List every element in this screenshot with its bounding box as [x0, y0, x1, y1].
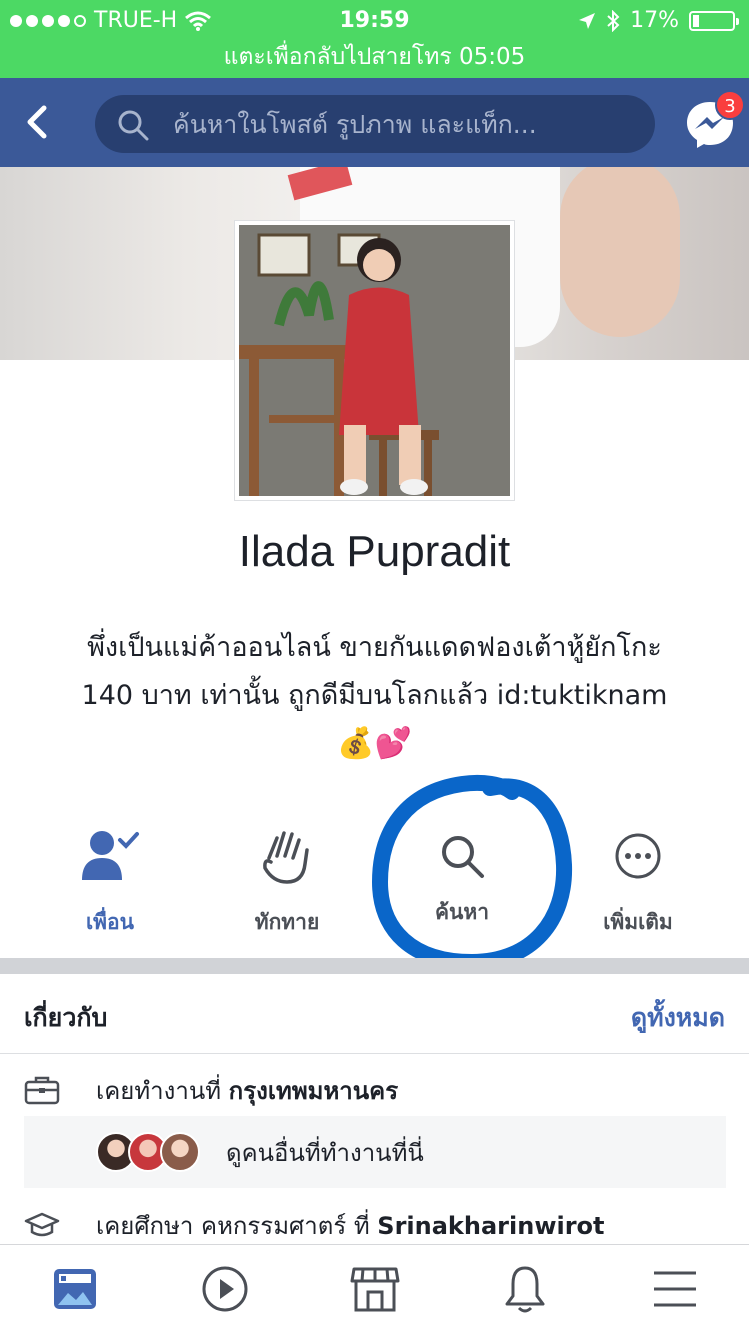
watch-icon [202, 1266, 247, 1311]
status-bar: TRUE-H 19:59 17% [0, 0, 749, 42]
news-feed-icon [53, 1268, 96, 1309]
wave-label: ทักทาย [254, 910, 320, 934]
bottom-tab-bar [0, 1244, 749, 1331]
friends-button[interactable]: เพื่อน [35, 820, 185, 950]
tab-notifications[interactable] [450, 1245, 599, 1331]
profile-picture[interactable] [234, 220, 515, 501]
battery-percent: 17% [630, 8, 679, 33]
back-arrow-icon[interactable] [18, 102, 58, 142]
more-dots-icon [615, 833, 661, 879]
bluetooth-icon [607, 9, 620, 32]
return-to-call-banner[interactable]: แตะเพื่อกลับไปสายโทร 05:05 [0, 42, 749, 78]
battery-icon [689, 10, 739, 31]
work-place[interactable]: กรุงเทพมหานคร [229, 1077, 398, 1105]
tab-menu[interactable] [600, 1245, 749, 1331]
menu-icon [653, 1271, 696, 1306]
profile-bio: พึ่งเป็นแม่ค้าออนไลน์ ขายกันแดดฟองเต้าหู… [30, 624, 719, 720]
edu-prefix: เคยศึกษา คหกรรมศาตร์ ที่ [96, 1211, 378, 1240]
about-title: เกี่ยวกับ [24, 1003, 108, 1032]
search-icon [118, 110, 149, 141]
briefcase-icon [24, 1076, 60, 1105]
bio-emoji: 💰💕 [337, 726, 412, 761]
profile-name: Ilada Pupradit [238, 527, 511, 576]
wave-button[interactable]: ทักทาย [212, 820, 362, 950]
graduation-cap-icon [24, 1212, 60, 1237]
work-info-row[interactable]: เคยทำงานที่ กรุงเทพมหานคร [24, 1067, 726, 1113]
bio-line-1: พึ่งเป็นแม่ค้าออนไลน์ ขายกันแดดฟองเต้าหู… [87, 632, 662, 663]
friend-check-icon [82, 831, 139, 880]
tab-news-feed[interactable] [0, 1245, 149, 1331]
tab-watch[interactable] [150, 1245, 299, 1331]
work-prefix: เคยทำงานที่ [96, 1076, 229, 1105]
notifications-icon [505, 1266, 544, 1312]
edu-place[interactable]: Srinakharinwirot [377, 1212, 604, 1240]
profile-actions: เพื่อน ทักทาย ค้นหา เพิ่มเติม [0, 820, 749, 950]
search-profile-button[interactable]: ค้นหา [387, 820, 537, 950]
profile-photo-image [239, 225, 510, 496]
more-label: เพิ่มเติม [603, 910, 673, 934]
about-header: เกี่ยวกับ ดูทั้งหมด [0, 974, 749, 1054]
education-info-row[interactable]: เคยศึกษา คหกรรมศาตร์ ที่ Srinakharinwiro… [24, 1202, 726, 1248]
marketplace-icon [350, 1267, 399, 1311]
friends-label: เพื่อน [86, 910, 134, 934]
section-separator [0, 958, 749, 974]
search-label: ค้นหา [434, 900, 490, 924]
location-arrow-icon [579, 12, 596, 29]
coworkers-row[interactable]: ดูคนอื่นที่ทำงานที่นี่ [24, 1116, 726, 1188]
messenger-badge: 3 [715, 90, 745, 120]
wave-hand-icon [263, 831, 309, 884]
more-button[interactable]: เพิ่มเติม [563, 820, 713, 950]
coworker-avatars [96, 1132, 206, 1172]
search-input[interactable] [173, 95, 633, 153]
tab-marketplace[interactable] [300, 1245, 449, 1331]
bio-line-2: 140 บาท เท่านั้น ถูกดีมีบนโลกแล้ว id:tuk… [81, 680, 668, 711]
coworkers-text: ดูคนอื่นที่ทำงานที่นี่ [226, 1138, 424, 1167]
search-icon [442, 836, 484, 878]
status-right: 17% [578, 8, 739, 33]
avatar [160, 1132, 200, 1172]
see-all-link[interactable]: ดูทั้งหมด [631, 998, 725, 1038]
search-bar[interactable] [95, 95, 655, 153]
top-navigation-bar: 3 [0, 78, 749, 167]
